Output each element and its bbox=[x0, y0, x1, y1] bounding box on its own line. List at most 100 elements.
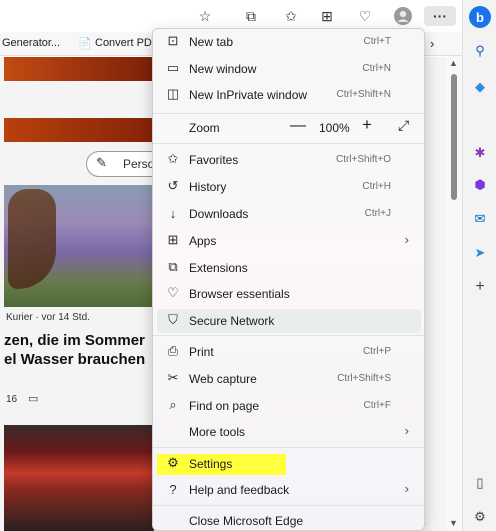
favorite-item-icon: 📄 bbox=[78, 38, 92, 50]
menu-item-shortcut: Ctrl+P bbox=[362, 346, 391, 357]
sidebar-toggle-icon[interactable]: ▯ bbox=[469, 472, 491, 494]
page-scrollbar[interactable]: ▲ ▼ bbox=[446, 56, 462, 531]
menu-item-secure-network[interactable]: ⛉ Secure Network bbox=[157, 309, 421, 333]
edit-icon: ✎ bbox=[96, 155, 107, 170]
menu-item-history[interactable]: ↺ History Ctrl+H bbox=[157, 175, 421, 199]
find-icon: ⌕ bbox=[169, 397, 177, 412]
comment-icon[interactable]: ▭ bbox=[28, 392, 38, 405]
favorite-item[interactable]: Generator... bbox=[2, 37, 60, 49]
menu-item-shortcut: Ctrl+N bbox=[362, 63, 391, 74]
shopping-tag-icon[interactable]: ◆ bbox=[469, 76, 491, 98]
favorite-item[interactable]: Convert PDF bbox=[95, 37, 159, 49]
menu-item-print[interactable]: ⎙ Print Ctrl+P bbox=[157, 340, 421, 364]
help-icon: ? bbox=[169, 481, 177, 497]
menu-item-settings[interactable]: ⚙ Settings bbox=[157, 452, 421, 476]
send-icon[interactable]: ➤ bbox=[469, 242, 491, 264]
profile-avatar-icon[interactable] bbox=[392, 6, 414, 26]
history-icon: ↺ bbox=[167, 178, 179, 193]
menu-item-label: Help and feedback bbox=[189, 483, 290, 497]
settings-gear-icon[interactable]: ⚙ bbox=[469, 506, 491, 528]
menu-divider bbox=[153, 143, 424, 144]
zoom-out-button[interactable]: — bbox=[290, 117, 306, 135]
banner-image bbox=[4, 57, 156, 81]
shield-icon: ⛉ bbox=[168, 312, 178, 327]
favorites-icon: ✩ bbox=[167, 151, 179, 166]
browser-essentials-icon[interactable]: ♡ bbox=[354, 6, 376, 26]
menu-item-find-on-page[interactable]: ⌕ Find on page Ctrl+F bbox=[157, 394, 421, 418]
favorite-star-icon[interactable]: ☆ bbox=[194, 6, 216, 26]
menu-item-label: Find on page bbox=[189, 399, 260, 413]
outlook-icon[interactable]: ✉ bbox=[469, 208, 491, 230]
menu-item-extensions[interactable]: ⧉ Extensions bbox=[157, 256, 421, 280]
chevron-right-icon: › bbox=[404, 232, 409, 247]
menu-item-shortcut: Ctrl+Shift+O bbox=[335, 154, 391, 165]
article-source: Kurier · vor 14 Std. bbox=[6, 312, 90, 323]
menu-item-browser-essentials[interactable]: ♡ Browser essentials bbox=[157, 282, 421, 306]
favorites-icon[interactable]: ✩ bbox=[280, 6, 302, 26]
print-icon: ⎙ bbox=[167, 343, 179, 358]
menu-item-label: Settings bbox=[189, 457, 233, 471]
menu-item-downloads[interactable]: ↓ Downloads Ctrl+J bbox=[157, 202, 421, 226]
scroll-down-icon[interactable]: ▼ bbox=[449, 518, 458, 528]
more-options-button[interactable]: ··· bbox=[424, 6, 456, 26]
chevron-right-icon: › bbox=[404, 423, 409, 438]
downloads-icon: ↓ bbox=[169, 205, 177, 221]
menu-item-favorites[interactable]: ✩ Favorites Ctrl+Shift+O bbox=[157, 148, 421, 172]
scroll-up-icon[interactable]: ▲ bbox=[449, 58, 458, 68]
menu-item-shortcut: Ctrl+F bbox=[363, 400, 392, 411]
like-count[interactable]: 16 bbox=[6, 394, 17, 405]
menu-item-apps[interactable]: ⊞ Apps › bbox=[157, 229, 421, 253]
menu-item-label: History bbox=[189, 180, 227, 194]
menu-item-new-window[interactable]: ▭ New window Ctrl+N bbox=[157, 57, 421, 81]
edge-sidebar: b ⚲ ◆ ✱ ⬢ ✉ ➤ + ▯ ⚙ bbox=[462, 0, 496, 531]
menu-item-close-edge[interactable]: Close Microsoft Edge bbox=[157, 509, 421, 531]
zoom-in-button[interactable]: + bbox=[362, 115, 372, 135]
fullscreen-icon[interactable]: ⤢ bbox=[398, 117, 409, 134]
menu-item-label: Browser essentials bbox=[189, 287, 290, 301]
menu-item-more-tools[interactable]: More tools › bbox=[157, 420, 421, 444]
search-icon[interactable]: ⚲ bbox=[469, 40, 491, 62]
apps-icon: ⊞ bbox=[167, 232, 179, 247]
menu-divider bbox=[153, 113, 424, 114]
menu-item-label: More tools bbox=[189, 425, 246, 439]
menu-item-label: New window bbox=[189, 62, 257, 76]
menu-item-label: Secure Network bbox=[189, 314, 275, 328]
games-icon[interactable]: ⬢ bbox=[469, 174, 491, 196]
menu-item-label: Web capture bbox=[189, 372, 257, 386]
add-icon[interactable]: + bbox=[469, 276, 491, 298]
heart-pulse-icon: ♡ bbox=[167, 285, 179, 300]
article-image-market[interactable] bbox=[4, 425, 154, 531]
chevron-right-icon[interactable]: › bbox=[430, 36, 434, 51]
more-options-menu: ⊡ New tab Ctrl+T ▭ New window Ctrl+N ◫ N… bbox=[152, 28, 425, 531]
zoom-level: 100% bbox=[319, 121, 350, 135]
article-headline[interactable]: zen, die im Sommer el Wasser brauchen bbox=[4, 331, 156, 369]
extensions-icon[interactable]: ⧉ bbox=[240, 6, 262, 26]
banner-image bbox=[4, 118, 156, 142]
menu-item-web-capture[interactable]: ✂ Web capture Ctrl+Shift+S bbox=[157, 367, 421, 391]
menu-item-label: New tab bbox=[189, 35, 234, 49]
menu-item-shortcut: Ctrl+Shift+S bbox=[337, 373, 391, 384]
bing-copilot-icon[interactable]: b bbox=[469, 6, 491, 28]
menu-divider bbox=[153, 335, 424, 336]
menu-item-new-tab[interactable]: ⊡ New tab Ctrl+T bbox=[157, 30, 421, 54]
menu-item-shortcut: Ctrl+Shift+N bbox=[336, 89, 391, 100]
menu-item-label: Apps bbox=[189, 234, 217, 248]
scrollbar-thumb[interactable] bbox=[451, 74, 457, 200]
new-tab-icon: ⊡ bbox=[167, 33, 179, 48]
menu-item-label: Extensions bbox=[189, 261, 248, 275]
inprivate-icon: ◫ bbox=[166, 86, 180, 101]
menu-item-help-and-feedback[interactable]: ? Help and feedback › bbox=[157, 478, 421, 502]
menu-item-shortcut: Ctrl+T bbox=[363, 36, 392, 47]
collections-icon[interactable]: ⊞ bbox=[316, 6, 338, 26]
menu-divider bbox=[153, 447, 424, 448]
zoom-label: Zoom bbox=[189, 121, 220, 135]
menu-item-new-inprivate-window[interactable]: ◫ New InPrivate window Ctrl+Shift+N bbox=[157, 83, 421, 107]
menu-item-label: Print bbox=[189, 345, 214, 359]
settings-gear-icon: ⚙ bbox=[167, 455, 179, 470]
menu-item-shortcut: Ctrl+J bbox=[364, 208, 391, 219]
menu-item-shortcut: Ctrl+H bbox=[362, 181, 391, 192]
web-capture-icon: ✂ bbox=[167, 370, 179, 385]
tools-icon[interactable]: ✱ bbox=[469, 142, 491, 164]
chevron-right-icon: › bbox=[404, 481, 409, 496]
menu-item-label: Close Microsoft Edge bbox=[189, 514, 304, 528]
